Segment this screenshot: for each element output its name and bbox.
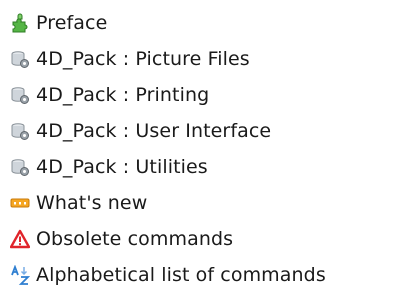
tree-item-whats-new[interactable]: What's new bbox=[10, 185, 390, 221]
tree-item-alphabetical-list[interactable]: Alphabetical list of commands bbox=[10, 257, 390, 293]
tree-item-utilities[interactable]: 4D_Pack : Utilities bbox=[10, 149, 390, 185]
tree-item-label: Alphabetical list of commands bbox=[36, 264, 326, 286]
tree-item-label: 4D_Pack : Utilities bbox=[36, 156, 208, 178]
tree-item-label: 4D_Pack : Printing bbox=[36, 84, 210, 106]
new-badge-icon bbox=[10, 193, 30, 213]
tree-item-label: 4D_Pack : Picture Files bbox=[36, 48, 250, 70]
tree-item-picture-files[interactable]: 4D_Pack : Picture Files bbox=[10, 41, 390, 77]
tree-item-label: Preface bbox=[36, 12, 108, 34]
tree-item-label: Obsolete commands bbox=[36, 228, 234, 250]
puzzle-icon bbox=[10, 13, 30, 33]
tree-item-printing[interactable]: 4D_Pack : Printing bbox=[10, 77, 390, 113]
warning-triangle-icon bbox=[10, 229, 30, 249]
tree-item-label: What's new bbox=[36, 192, 148, 214]
tree-item-label: 4D_Pack : User Interface bbox=[36, 120, 272, 142]
help-topics-tree: Preface 4D_Pack : Picture Files 4D_Pack … bbox=[10, 5, 390, 293]
plugin-database-gear-icon bbox=[10, 85, 30, 105]
plugin-database-gear-icon bbox=[10, 157, 30, 177]
tree-item-obsolete-commands[interactable]: Obsolete commands bbox=[10, 221, 390, 257]
alphabetical-sort-icon bbox=[10, 265, 30, 285]
tree-item-user-interface[interactable]: 4D_Pack : User Interface bbox=[10, 113, 390, 149]
plugin-database-gear-icon bbox=[10, 49, 30, 69]
tree-item-preface[interactable]: Preface bbox=[10, 5, 390, 41]
plugin-database-gear-icon bbox=[10, 121, 30, 141]
